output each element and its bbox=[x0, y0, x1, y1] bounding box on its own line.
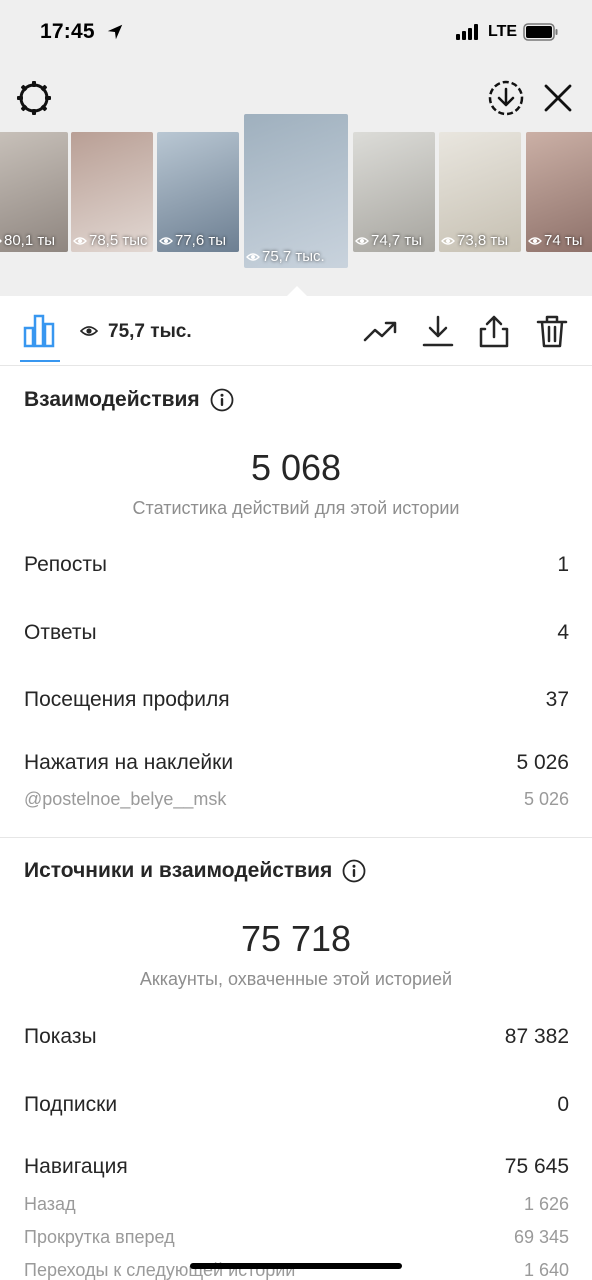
thumbnail-views-text: 73,8 ты bbox=[457, 232, 509, 249]
thumbnail-views-text: 75,7 тыс. bbox=[262, 248, 325, 265]
eye-icon bbox=[246, 252, 260, 261]
bar-chart-icon[interactable] bbox=[22, 312, 58, 348]
thumbnail-views: 73,8 ты bbox=[441, 232, 508, 249]
stat-label: Показы bbox=[24, 1025, 97, 1048]
cell-signal-icon bbox=[456, 24, 478, 40]
trash-icon[interactable] bbox=[534, 313, 570, 349]
status-time: 17:45 bbox=[40, 20, 95, 43]
sources-title-text: Источники и взаимодействия bbox=[24, 859, 333, 882]
stat-row-navigation: Навигация 75 645 bbox=[24, 1155, 569, 1179]
eye-icon bbox=[441, 236, 455, 245]
story-thumbnail[interactable]: 77,6 ты bbox=[157, 132, 239, 252]
eye-icon bbox=[528, 236, 542, 245]
stat-value: 37 bbox=[545, 688, 569, 711]
stat-label: @postelnoe_belye__msk bbox=[24, 789, 227, 809]
stat-label: Навигация bbox=[24, 1155, 128, 1178]
thumbnail-views: 74 ты bbox=[528, 232, 583, 249]
interactions-title-text: Взаимодействия bbox=[24, 388, 200, 411]
sources-title: Источники и взаимодействия bbox=[24, 859, 366, 883]
stat-value: 4 bbox=[557, 621, 569, 644]
share-icon[interactable] bbox=[476, 313, 512, 349]
stat-value: 1 bbox=[557, 553, 569, 576]
sources-section: Источники и взаимодействия 75 718 Аккаун… bbox=[0, 838, 592, 1280]
trending-up-icon[interactable] bbox=[362, 313, 398, 349]
stat-value: 0 bbox=[557, 1093, 569, 1116]
views-count: 75,7 тыс. bbox=[108, 321, 192, 342]
thumbnail-views: 78,5 тыс bbox=[73, 232, 148, 249]
reach-total: 75 718 bbox=[240, 918, 352, 959]
stat-row-follows: Подписки 0 bbox=[24, 1093, 569, 1117]
info-icon[interactable] bbox=[342, 859, 366, 883]
stat-label: Ответы bbox=[24, 621, 97, 644]
stat-label: Посещения профиля bbox=[24, 688, 230, 711]
eye-icon bbox=[80, 326, 98, 336]
active-tab-indicator bbox=[20, 360, 60, 362]
stat-row-profile-visits: Посещения профиля 37 bbox=[24, 688, 569, 712]
stat-row-sticker-taps: Нажатия на наклейки 5 026 bbox=[24, 751, 569, 775]
story-thumbnail[interactable]: 78,5 тыс bbox=[71, 132, 153, 252]
download-icon[interactable] bbox=[420, 313, 456, 349]
thumbnail-views: 75,7 тыс. bbox=[246, 248, 325, 265]
thumbnail-views: 80,1 ты bbox=[0, 232, 55, 249]
story-header: 80,1 ты 78,5 тыс 77,6 ты 75,7 тыс. 74,7 ты 73… bbox=[0, 64, 592, 298]
stat-value: 5 026 bbox=[523, 789, 569, 809]
nav-row-back: Назад 1 626 bbox=[24, 1194, 569, 1215]
story-thumbnail[interactable]: 74 ты bbox=[526, 132, 592, 252]
eye-icon bbox=[73, 236, 87, 245]
stat-label: Репосты bbox=[24, 553, 108, 576]
stat-label: Назад bbox=[24, 1194, 76, 1214]
story-thumbnail[interactable]: 75,7 тыс. bbox=[244, 114, 348, 268]
story-thumbnail-strip: 80,1 ты 78,5 тыс 77,6 ты 75,7 тыс. 74,7 ты 73… bbox=[0, 114, 592, 282]
insights-toolbar: 75,7 тыс. bbox=[0, 296, 592, 366]
info-icon[interactable] bbox=[210, 388, 234, 412]
thumbnail-views-text: 74,7 ты bbox=[371, 232, 423, 249]
home-indicator[interactable] bbox=[190, 1263, 402, 1269]
interactions-section: Взаимодействия 5 068 Статистика действий… bbox=[0, 367, 592, 837]
stat-value: 69 345 bbox=[513, 1227, 569, 1247]
settings-gear-icon[interactable] bbox=[14, 78, 54, 118]
location-arrow-icon bbox=[107, 24, 123, 40]
save-story-icon[interactable] bbox=[486, 78, 526, 118]
thumbnail-views-text: 80,1 ты bbox=[4, 232, 56, 249]
reach-subtitle: Аккаунты, охваченные этой историей bbox=[139, 969, 453, 989]
battery-icon bbox=[523, 23, 558, 41]
thumbnail-views: 74,7 ты bbox=[355, 232, 422, 249]
thumbnail-views-text: 78,5 тыс bbox=[89, 232, 148, 249]
story-preview-image bbox=[244, 114, 348, 268]
stat-value: 87 382 bbox=[504, 1025, 569, 1048]
stat-value: 5 026 bbox=[516, 751, 569, 774]
story-thumbnail[interactable]: 80,1 ты bbox=[0, 132, 68, 252]
stat-label: Подписки bbox=[24, 1093, 118, 1116]
interactions-title: Взаимодействия bbox=[24, 388, 234, 412]
thumbnail-views-text: 77,6 ты bbox=[175, 232, 227, 249]
stat-value: 1 626 bbox=[523, 1194, 569, 1214]
eye-icon bbox=[355, 236, 369, 245]
stat-value: 1 640 bbox=[523, 1260, 569, 1280]
stat-label: Нажатия на наклейки bbox=[24, 751, 234, 774]
stat-row-reposts: Репосты 1 bbox=[24, 553, 569, 577]
stat-row-impressions: Показы 87 382 bbox=[24, 1025, 569, 1049]
close-icon[interactable] bbox=[540, 80, 576, 116]
stat-row-replies: Ответы 4 bbox=[24, 621, 569, 645]
eye-icon bbox=[159, 236, 173, 245]
interactions-subtitle: Статистика действий для этой истории bbox=[132, 498, 460, 518]
interactions-total: 5 068 bbox=[250, 447, 342, 488]
stat-value: 75 645 bbox=[504, 1155, 569, 1178]
stat-row-sticker-mention[interactable]: @postelnoe_belye__msk 5 026 bbox=[24, 789, 569, 810]
story-thumbnail[interactable]: 74,7 ты bbox=[353, 132, 435, 252]
eye-icon bbox=[0, 238, 2, 243]
thumbnail-views: 77,6 ты bbox=[159, 232, 226, 249]
status-bar: 17:45 LTE bbox=[0, 0, 592, 64]
network-type: LTE bbox=[488, 23, 518, 40]
story-thumbnail[interactable]: 73,8 ты bbox=[439, 132, 521, 252]
nav-row-forward: Прокрутка вперед 69 345 bbox=[24, 1227, 569, 1248]
thumbnail-views-text: 74 ты bbox=[544, 232, 583, 249]
stat-label: Прокрутка вперед bbox=[24, 1227, 175, 1247]
